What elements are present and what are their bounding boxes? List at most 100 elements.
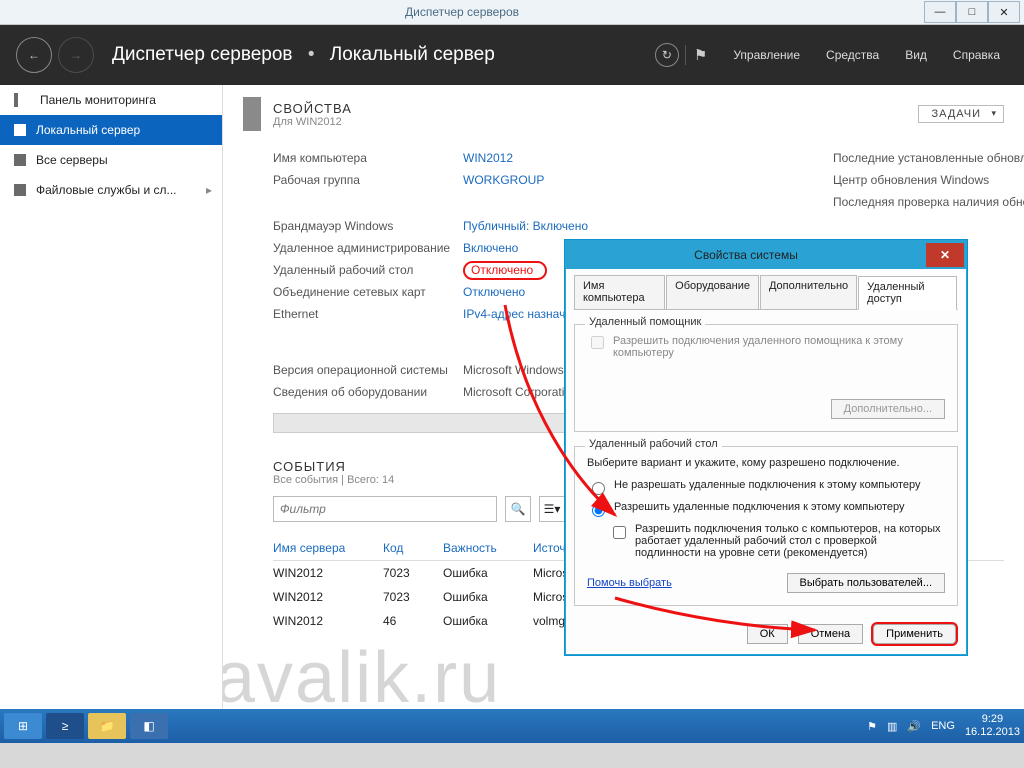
prop-label: Сведения об оборудовании [273,385,463,399]
prop-label: Ethernet [273,307,463,321]
events-filter-input[interactable] [273,496,497,522]
maximize-button[interactable]: □ [956,1,988,23]
dialog-tabs: Имя компьютера Оборудование Дополнительн… [574,275,958,310]
sidebar: Панель мониторинга Локальный сервер Все … [0,85,223,709]
sidebar-item-file-services[interactable]: Файловые службы и сл... ▸ [0,175,222,205]
prop-link-remote-desktop[interactable]: Отключено [463,263,547,277]
prop-link-firewall[interactable]: Публичный: Включено [463,219,588,233]
crumb-page: Локальный сервер [330,44,495,65]
dialog-titlebar[interactable]: Свойства системы ✕ [566,241,966,269]
prop-right-label: Последняя проверка наличия обновлений [833,195,1024,209]
window-title: Диспетчер серверов [0,5,924,19]
tab-computer-name[interactable]: Имя компьютера [574,275,665,309]
prop-label: Удаленное администрирование [273,241,463,255]
remote-desktop-group: Удаленный рабочий стол Выберите вариант … [574,446,958,606]
taskbar[interactable]: ⊞ ≥ 📁 ◧ ⚑ ▥ 🔊 ENG 9:29 16.12.2013 [0,709,1024,743]
prop-right-label: Центр обновления Windows [833,173,989,187]
prop-label: Рабочая группа [273,173,463,187]
dialog-footer: ОК Отмена Применить [574,618,958,644]
chevron-right-icon: ▸ [206,183,212,197]
menu-view[interactable]: Вид [905,48,927,62]
close-button[interactable]: ✕ [988,1,1020,23]
group-legend: Удаленный рабочий стол [585,438,722,450]
menu-help[interactable]: Справка [953,48,1000,62]
tray-clock[interactable]: 9:29 16.12.2013 [965,713,1020,739]
tray-flag-icon[interactable]: ⚑ [867,720,877,733]
advanced-button[interactable]: Дополнительно... [831,399,945,419]
rdp-option-deny[interactable]: Не разрешать удаленные подключения к это… [587,479,945,495]
taskbar-server-manager-icon[interactable]: ⊞ [4,713,42,739]
remote-assistance-group: Удаленный помощник Разрешить подключения… [574,324,958,432]
radio-input[interactable] [592,504,605,517]
sidebar-item-label: Все серверы [36,153,108,167]
flag-icon[interactable]: ⚑ [694,46,707,64]
taskbar-explorer-icon[interactable]: 📁 [88,713,126,739]
rdp-nla-checkbox[interactable]: Разрешить подключения только с компьютер… [609,523,945,559]
tab-remote[interactable]: Удаленный доступ [858,276,957,310]
sidebar-item-label: Панель мониторинга [40,93,156,107]
watermark: tavalik.ru [223,637,501,709]
back-button[interactable]: ← [16,37,52,73]
dialog-title: Свойства системы [566,248,926,262]
window-titlebar: Диспетчер серверов — □ ✕ [0,0,1024,25]
help-choose-link[interactable]: Помочь выбрать [587,577,672,589]
tray-sound-icon[interactable]: 🔊 [907,720,921,733]
col-code[interactable]: Код [383,541,443,555]
taskbar-powershell-icon[interactable]: ≥ [46,713,84,739]
section-icon [243,97,261,131]
servers-icon [14,154,26,166]
prop-label: Удаленный рабочий стол [273,263,463,277]
prop-link-nic-teaming[interactable]: Отключено [463,285,525,299]
tab-hardware[interactable]: Оборудование [666,275,759,309]
server-icon [14,124,26,136]
sidebar-item-label: Локальный сервер [36,123,140,137]
remote-assistance-checkbox[interactable]: Разрешить подключения удаленного помощни… [587,335,945,359]
prop-link-computer-name[interactable]: WIN2012 [463,151,513,165]
refresh-icon[interactable]: ↻ [655,43,679,67]
menu-tools[interactable]: Средства [826,48,879,62]
files-icon [14,184,26,196]
minimize-button[interactable]: — [924,1,956,23]
group-legend: Удаленный помощник [585,316,705,328]
prop-label: Объединение сетевых карт [273,285,463,299]
taskbar-app-icon[interactable]: ◧ [130,713,168,739]
dialog-close-button[interactable]: ✕ [926,243,964,267]
checkbox-input[interactable] [613,526,626,539]
ok-button[interactable]: ОК [747,624,788,644]
crumb-separator: • [308,44,315,65]
sidebar-item-all-servers[interactable]: Все серверы [0,145,222,175]
crumb-root[interactable]: Диспетчер серверов [112,44,293,65]
filter-dropdown[interactable]: ☰▾ [539,496,565,522]
system-properties-dialog: Свойства системы ✕ Имя компьютера Оборуд… [565,240,967,655]
select-users-button[interactable]: Выбрать пользователей... [787,573,946,593]
sidebar-item-dashboard[interactable]: Панель мониторинга [0,85,222,115]
radio-input[interactable] [592,482,605,495]
menu-manage[interactable]: Управление [733,48,800,62]
sidebar-item-label: Файловые службы и сл... [36,183,177,197]
col-server[interactable]: Имя сервера [273,541,383,555]
dashboard-icon [14,93,30,107]
tray-lang[interactable]: ENG [931,720,955,732]
breadcrumb: Диспетчер серверов • Локальный сервер [112,44,495,66]
forward-button[interactable]: → [58,37,94,73]
tray-network-icon[interactable]: ▥ [887,720,897,733]
search-icon[interactable]: 🔍 [505,496,531,522]
cancel-button[interactable]: Отмена [798,624,863,644]
properties-subhead: Для WIN2012 [273,116,352,128]
properties-heading: СВОЙСТВА [273,101,352,116]
checkbox-input[interactable] [591,336,604,349]
rdp-description: Выберите вариант и укажите, кому разреше… [587,457,945,469]
prop-hardware: Microsoft Corporation [463,385,578,399]
prop-link-workgroup[interactable]: WORKGROUP [463,173,544,187]
tasks-dropdown[interactable]: ЗАДАЧИ [918,105,1004,123]
apply-button[interactable]: Применить [873,624,956,644]
prop-label: Версия операционной системы [273,363,463,377]
sidebar-item-local-server[interactable]: Локальный сервер [0,115,222,145]
rdp-option-allow[interactable]: Разрешить удаленные подключения к этому … [587,501,945,517]
prop-label: Брандмауэр Windows [273,219,463,233]
tab-advanced[interactable]: Дополнительно [760,275,857,309]
prop-right-label: Последние установленные обновления [833,151,1024,165]
col-severity[interactable]: Важность [443,541,533,555]
prop-link-ethernet[interactable]: IPv4-адрес назначен [463,307,579,321]
prop-link-remote-mgmt[interactable]: Включено [463,241,518,255]
